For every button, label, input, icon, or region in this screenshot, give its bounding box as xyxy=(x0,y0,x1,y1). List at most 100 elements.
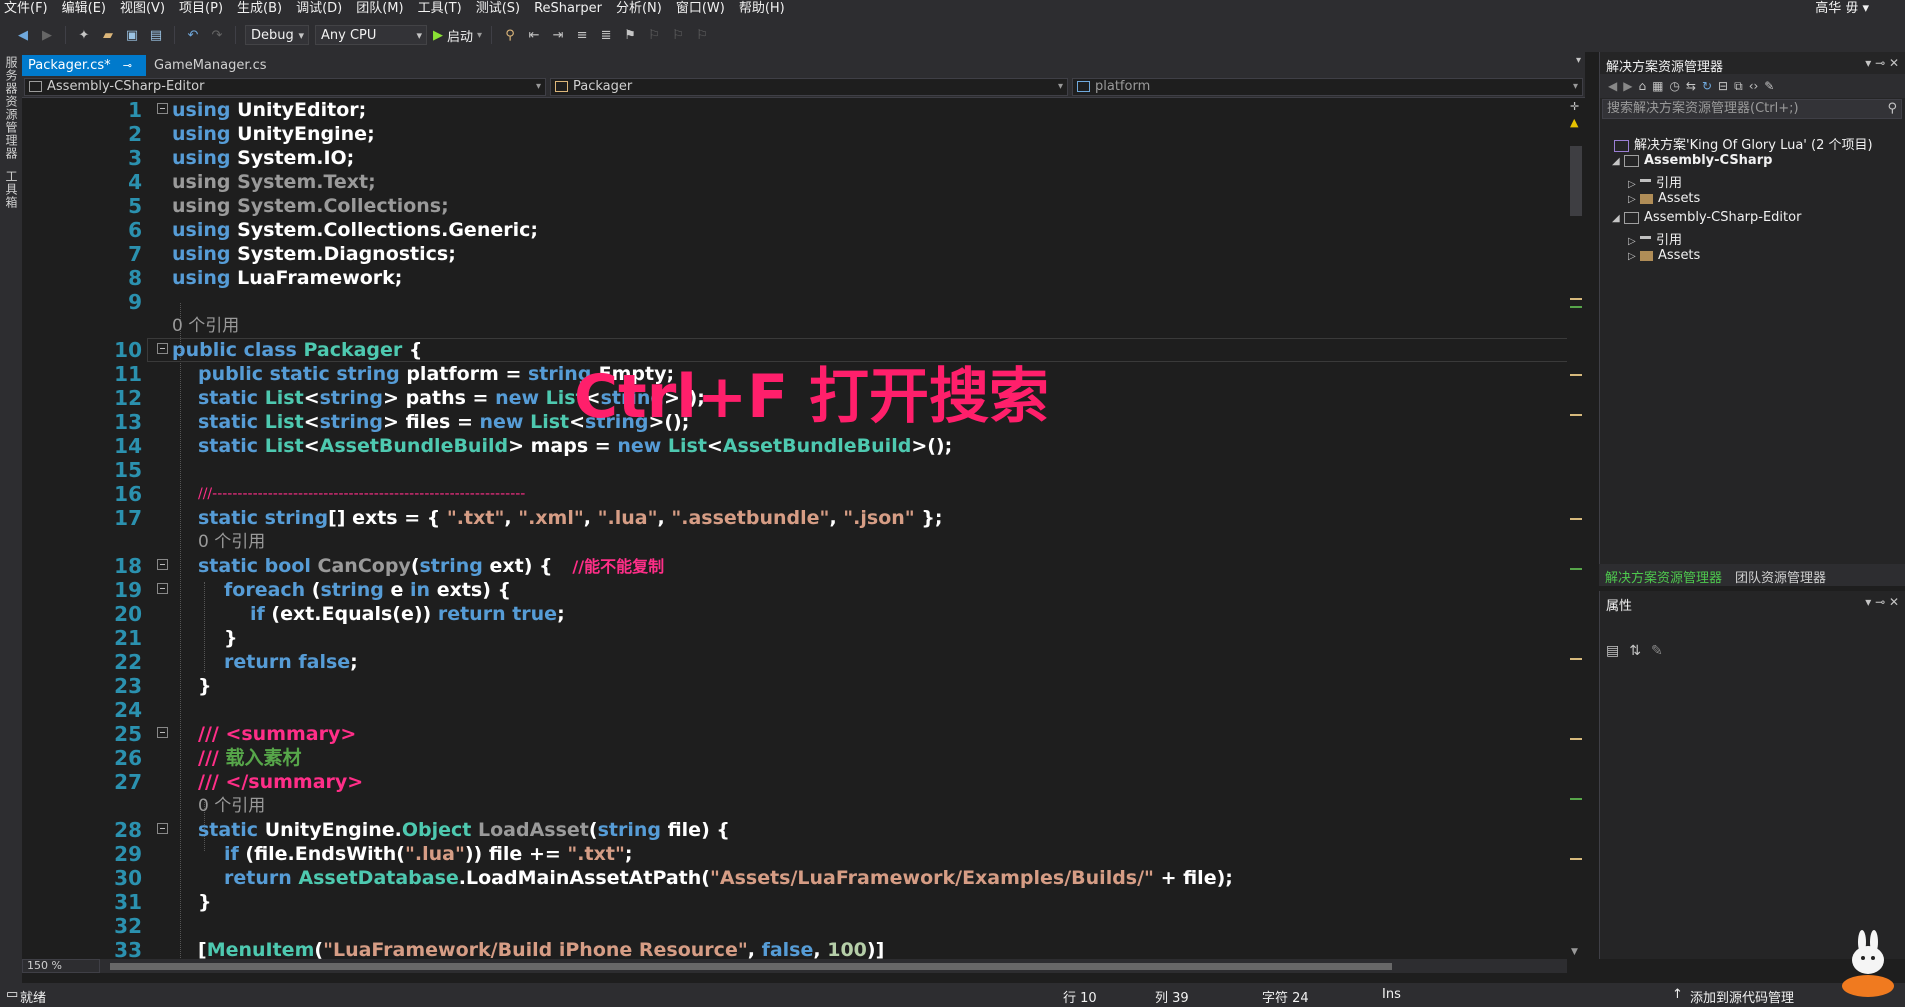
menu-analyze[interactable]: 分析(N) xyxy=(612,0,672,18)
collapse-icon[interactable] xyxy=(157,343,168,354)
switch-views-icon[interactable]: ▦ xyxy=(1652,79,1663,93)
outdent-icon[interactable]: ⇥ xyxy=(549,26,567,44)
line-number: 28 xyxy=(114,818,142,842)
uncomment-icon[interactable]: ≣ xyxy=(597,26,615,44)
platform-select[interactable]: Any CPU xyxy=(315,25,427,46)
menu-file[interactable]: 文件(F) xyxy=(0,0,58,18)
prev-bookmark-icon[interactable]: ⚐ xyxy=(645,26,663,44)
tab-overflow-icon[interactable]: ▾ xyxy=(1576,55,1581,66)
sync-icon[interactable]: ⇆ xyxy=(1686,79,1696,93)
menu-window[interactable]: 窗口(W) xyxy=(672,0,735,18)
tab-team-explorer[interactable]: 团队资源管理器 xyxy=(1735,567,1826,586)
redo-icon[interactable]: ↷ xyxy=(208,26,226,44)
split-icon[interactable]: ✛ xyxy=(1570,100,1579,113)
zoom-level[interactable]: 150 % xyxy=(22,959,100,973)
vertical-scrollbar[interactable]: ✛ ▲ ▼ xyxy=(1567,98,1585,959)
scrollbar-thumb[interactable] xyxy=(110,963,1392,970)
toolbox-tab[interactable]: 工具箱 xyxy=(3,170,20,209)
save-icon[interactable]: ▣ xyxy=(123,26,141,44)
collapsed-icon[interactable]: ▷ xyxy=(1628,251,1640,262)
home-icon[interactable]: ⌂ xyxy=(1638,79,1646,93)
find-in-files-icon[interactable]: ⚲ xyxy=(501,26,519,44)
line-number: 1 xyxy=(128,98,142,122)
menu-test[interactable]: 测试(S) xyxy=(472,0,530,18)
tree-item-references[interactable]: ▷ 引用 xyxy=(1628,172,1682,191)
indent-icon[interactable]: ⇤ xyxy=(525,26,543,44)
field-icon xyxy=(1077,81,1090,92)
code-area[interactable]: 1 using UnityEditor; 2 using UnityEngine… xyxy=(22,98,1567,959)
code-text: static UnityEngine.Object LoadAsset(stri… xyxy=(198,819,730,841)
collapse-icon[interactable] xyxy=(157,823,168,834)
back-icon[interactable]: ◀ xyxy=(14,26,32,44)
tree-item-assembly-csharp[interactable]: ◢ Assembly-CSharp xyxy=(1612,153,1772,168)
menu-project[interactable]: 项目(P) xyxy=(175,0,233,18)
tab-packager[interactable]: Packager.cs* ⊸ ✕ xyxy=(22,55,146,93)
solution-root[interactable]: 解决方案'King Of Glory Lua' (2 个项目) xyxy=(1614,134,1873,153)
bookmark-icon[interactable]: ⚑ xyxy=(621,26,639,44)
forward-icon[interactable]: ▶ xyxy=(1623,79,1632,93)
pin-icon[interactable]: ⊸ xyxy=(123,59,132,72)
new-project-icon[interactable]: ✦ xyxy=(75,26,93,44)
panel-controls[interactable]: ▾ ⊸ ✕ xyxy=(1865,56,1899,70)
forward-icon[interactable]: ▶ xyxy=(38,26,56,44)
menu-help[interactable]: 帮助(H) xyxy=(735,0,795,18)
menu-view[interactable]: 视图(V) xyxy=(116,0,175,18)
open-file-icon[interactable]: ▰ xyxy=(99,26,117,44)
project-dropdown[interactable]: Assembly-CSharp-Editor xyxy=(24,78,546,96)
collapsed-icon[interactable]: ▷ xyxy=(1628,179,1640,190)
reference-count-lens[interactable]: 0 个引用 xyxy=(198,532,265,552)
menu-resharper[interactable]: ReSharper xyxy=(530,0,612,18)
reference-count-lens[interactable]: 0 个引用 xyxy=(172,316,239,336)
tree-item-assets[interactable]: ▷ Assets xyxy=(1628,191,1700,206)
collapse-icon[interactable] xyxy=(157,727,168,738)
start-button[interactable]: ▶ 启动 ▾ xyxy=(433,26,482,45)
configuration-select[interactable]: Debug xyxy=(245,25,309,46)
type-dropdown[interactable]: Packager xyxy=(550,78,1068,96)
property-pages-icon[interactable]: ✎ xyxy=(1651,643,1663,659)
view-code-icon[interactable]: ‹› xyxy=(1749,79,1759,93)
collapsed-icon[interactable]: ▷ xyxy=(1628,194,1640,205)
show-all-files-icon[interactable]: ⧉ xyxy=(1734,79,1743,94)
scroll-down-icon[interactable]: ▼ xyxy=(1571,947,1578,957)
refresh-icon[interactable]: ↻ xyxy=(1702,79,1712,93)
save-all-icon[interactable]: ▤ xyxy=(147,26,165,44)
user-account[interactable]: 高华 毋 ▾ xyxy=(1815,0,1869,18)
properties-icon[interactable]: ✎ xyxy=(1764,79,1774,93)
collapse-all-icon[interactable]: ⊟ xyxy=(1718,79,1728,93)
horizontal-scrollbar[interactable] xyxy=(100,959,1567,973)
member-dropdown[interactable]: platform xyxy=(1072,78,1583,96)
code-editor[interactable]: 1 using UnityEditor; 2 using UnityEngine… xyxy=(22,98,1567,959)
next-bookmark-icon[interactable]: ⚐ xyxy=(669,26,687,44)
back-icon[interactable]: ◀ xyxy=(1608,79,1617,93)
server-explorer-tab[interactable]: 服务器资源管理器 xyxy=(3,56,20,160)
menu-debug[interactable]: 调试(D) xyxy=(292,0,352,18)
menu-team[interactable]: 团队(M) xyxy=(352,0,413,18)
panel-controls[interactable]: ▾ ⊸ ✕ xyxy=(1865,595,1899,609)
clear-bookmarks-icon[interactable]: ⚐ xyxy=(693,26,711,44)
menu-edit[interactable]: 编辑(E) xyxy=(58,0,116,18)
add-to-source-control-button[interactable]: 添加到源代码管理 xyxy=(1690,987,1794,1006)
solution-search-input[interactable]: 搜索解决方案资源管理器(Ctrl+;) ⚲ xyxy=(1602,99,1902,119)
undo-icon[interactable]: ↶ xyxy=(184,26,202,44)
alphabetical-icon[interactable]: ⇅ xyxy=(1629,643,1641,659)
categorized-icon[interactable]: ▤ xyxy=(1606,643,1619,659)
scrollbar-thumb[interactable] xyxy=(1570,146,1582,216)
tree-item-assembly-csharp-editor[interactable]: ◢ Assembly-CSharp-Editor xyxy=(1612,210,1801,225)
collapse-icon[interactable] xyxy=(157,583,168,594)
search-icon[interactable]: ⚲ xyxy=(1887,100,1897,118)
collapse-icon[interactable] xyxy=(157,103,168,114)
reference-count-lens[interactable]: 0 个引用 xyxy=(198,796,265,816)
tree-item-references[interactable]: ▷ 引用 xyxy=(1628,229,1682,248)
tree-item-assets[interactable]: ▷ Assets xyxy=(1628,248,1700,263)
tab-solution-explorer[interactable]: 解决方案资源管理器 xyxy=(1605,567,1722,586)
expanded-icon[interactable]: ◢ xyxy=(1612,156,1624,167)
tab-gamemanager[interactable]: GameManager.cs xyxy=(148,55,273,76)
comment-icon[interactable]: ≡ xyxy=(573,26,591,44)
expanded-icon[interactable]: ◢ xyxy=(1612,213,1624,224)
collapse-icon[interactable] xyxy=(157,559,168,570)
menu-build[interactable]: 生成(B) xyxy=(233,0,292,18)
menu-tools[interactable]: 工具(T) xyxy=(414,0,472,18)
collapsed-icon[interactable]: ▷ xyxy=(1628,236,1640,247)
pending-changes-icon[interactable]: ◷ xyxy=(1669,79,1679,93)
scroll-marker xyxy=(1570,858,1582,860)
